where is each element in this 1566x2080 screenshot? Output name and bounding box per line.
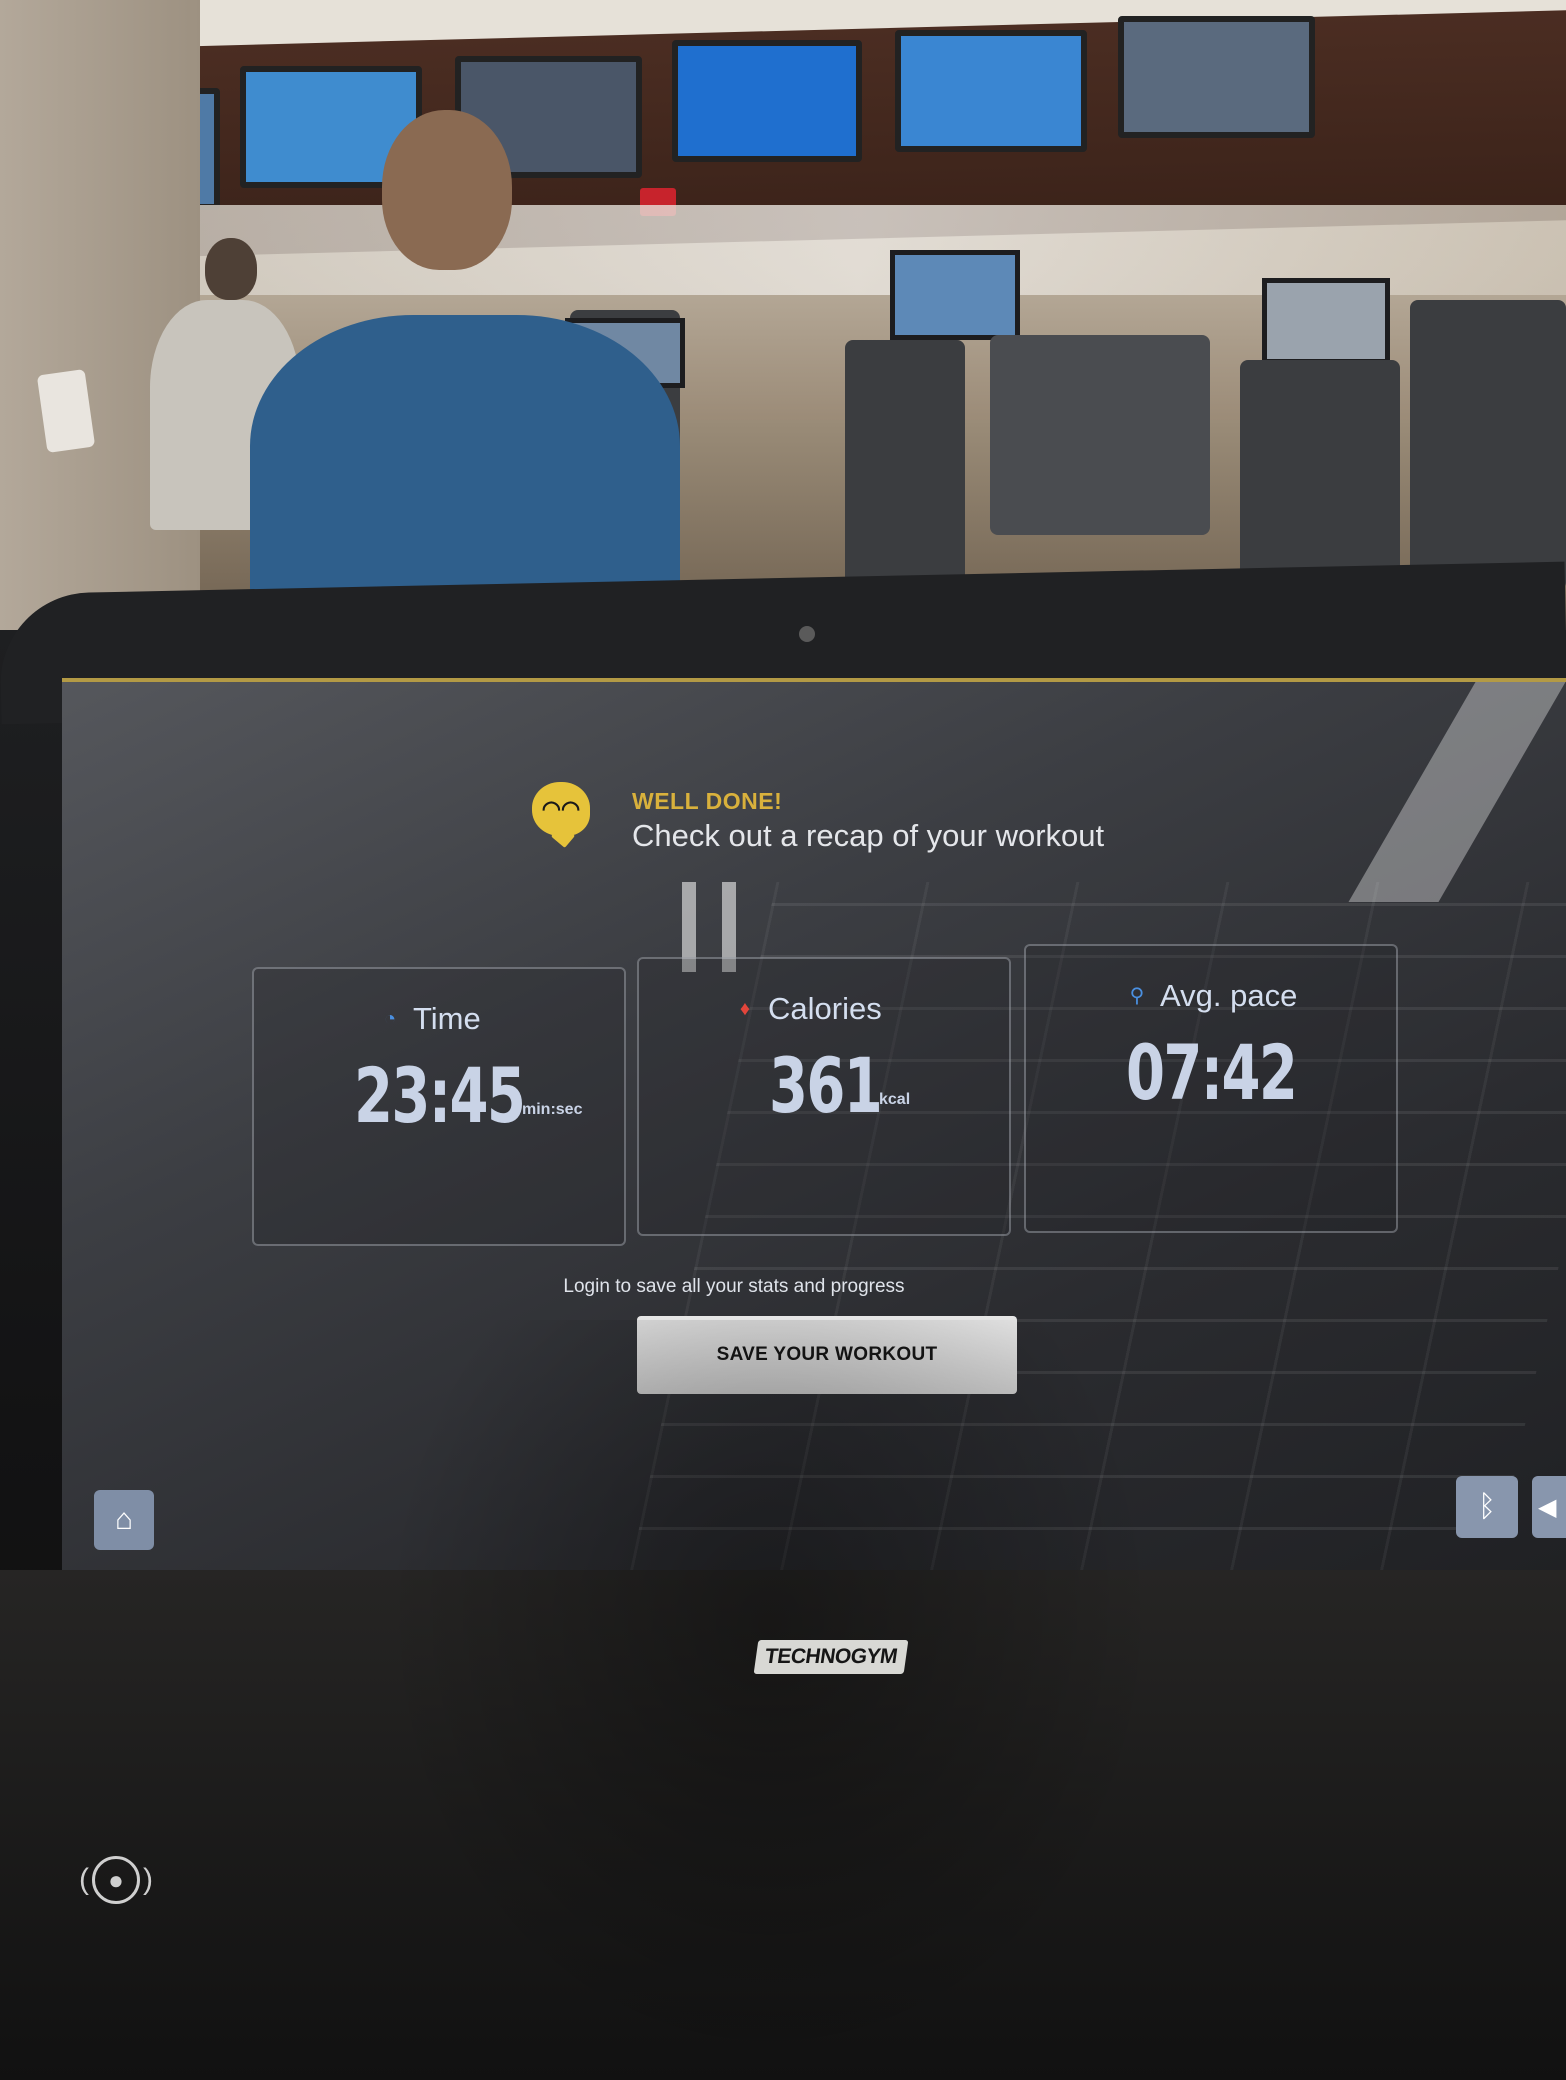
recap-header: ◠◠ WELL DONE! Check out a recap of your … xyxy=(532,782,1292,872)
stat-label: ⚲ Avg. pace xyxy=(1126,978,1298,1014)
tv-screen xyxy=(672,40,862,162)
stat-value: 07:42 xyxy=(1126,1028,1298,1117)
display-screen: ◠◠ WELL DONE! Check out a recap of your … xyxy=(62,678,1566,1574)
stat-value: 23:45 xyxy=(354,1051,526,1140)
home-icon[interactable]: ⌂ xyxy=(94,1490,154,1550)
stat-unit: min:sec xyxy=(522,1101,583,1118)
flame-icon: ♦ xyxy=(739,998,751,1020)
tv-screen xyxy=(1118,16,1315,138)
machine-console xyxy=(990,335,1210,535)
stat-card-avg-pace: ⚲ Avg. pace 07:42 xyxy=(1024,944,1398,1233)
elliptical xyxy=(1240,360,1400,590)
machine-screen xyxy=(1262,278,1390,364)
user-icon: ● xyxy=(92,1856,140,1904)
save-workout-button[interactable]: SAVE YOUR WORKOUT xyxy=(637,1316,1017,1394)
camera-dot xyxy=(799,626,815,642)
glare xyxy=(1348,682,1566,902)
stat-label: ◔ Time xyxy=(379,1001,481,1037)
stat-card-time: ◔ Time 23:45 min:sec xyxy=(252,967,626,1246)
nfc-user-icon[interactable]: ( ● ) xyxy=(70,1852,162,1908)
stopwatch-icon: ◔ xyxy=(383,1008,397,1030)
signal-wave-icon: ( xyxy=(79,1863,89,1896)
person-head xyxy=(382,110,512,270)
recap-title: Check out a recap of your workout xyxy=(632,818,1105,853)
technogym-logo: TECHNOGYM xyxy=(753,1640,909,1674)
stat-label: ♦ Calories xyxy=(734,991,882,1027)
stat-label-text: Time xyxy=(413,1001,481,1036)
well-done-label: WELL DONE! xyxy=(632,788,783,814)
runner-icon: ⚲ xyxy=(1129,985,1145,1007)
treadmill xyxy=(845,340,965,590)
stat-label-text: Calories xyxy=(768,991,882,1026)
stat-value: 361 xyxy=(769,1041,883,1130)
login-prompt: Login to save all your stats and progres… xyxy=(563,1276,905,1297)
bluetooth-icon[interactable]: ᛒ xyxy=(1456,1476,1518,1538)
gym-background xyxy=(0,0,1566,660)
volume-icon[interactable]: ◀ xyxy=(1532,1476,1566,1538)
stat-unit: kcal xyxy=(879,1091,911,1108)
stat-label-text: Avg. pace xyxy=(1160,978,1298,1013)
tv-screen xyxy=(895,30,1087,152)
signal-wave-icon: ) xyxy=(143,1863,153,1896)
elliptical xyxy=(1410,300,1566,590)
stat-card-calories: ♦ Calories 361 kcal xyxy=(637,957,1011,1236)
person-head xyxy=(205,238,257,300)
machine-screen xyxy=(890,250,1020,340)
